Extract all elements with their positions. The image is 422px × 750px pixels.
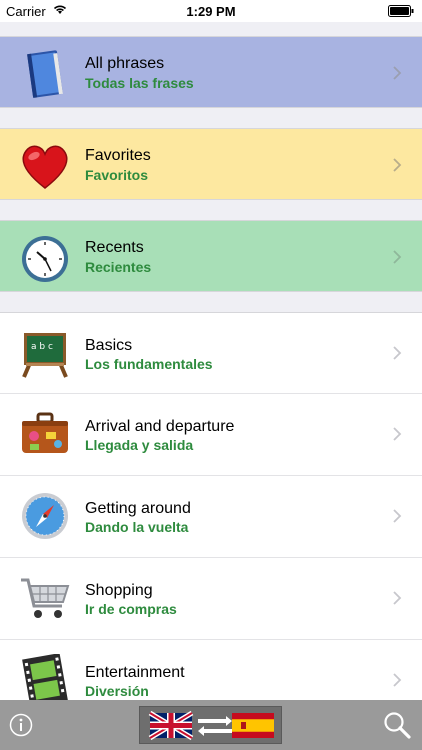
spacer xyxy=(0,22,422,36)
chevron-right-icon xyxy=(393,66,402,80)
svg-text:a b c: a b c xyxy=(31,342,53,352)
language-switch-button[interactable] xyxy=(139,706,282,744)
suitcase-icon xyxy=(22,412,68,453)
row-title: All phrases xyxy=(85,55,165,72)
row-title: Basics xyxy=(85,337,133,354)
row-category-shopping[interactable]: Shopping Ir de compras xyxy=(0,558,422,640)
status-bar: Carrier 1:29 PM xyxy=(0,0,422,22)
clock-time: 1:29 PM xyxy=(186,4,236,19)
spacer xyxy=(0,292,422,312)
row-subtitle: Los fundamentales xyxy=(85,356,213,372)
row-subtitle: Recientes xyxy=(85,259,152,275)
row-title: Recents xyxy=(85,239,144,256)
row-subtitle: Todas las frases xyxy=(85,75,194,91)
row-subtitle: Favoritos xyxy=(85,167,149,183)
compass-icon xyxy=(22,493,68,539)
chevron-right-icon xyxy=(393,427,402,441)
info-icon[interactable] xyxy=(9,713,33,737)
chevron-right-icon xyxy=(393,509,402,523)
row-category-basics[interactable]: a b c Basics Los fundamentales xyxy=(0,312,422,394)
row-subtitle: Ir de compras xyxy=(85,601,177,617)
battery-icon xyxy=(388,5,414,17)
row-title: Arrival and departure xyxy=(85,418,235,435)
uk-to-spain-flags-icon xyxy=(148,710,274,741)
chevron-right-icon xyxy=(393,591,402,605)
row-subtitle: Dando la vuelta xyxy=(85,519,189,535)
clock-icon xyxy=(22,236,68,282)
search-icon[interactable] xyxy=(382,710,412,740)
row-recents[interactable]: Recents Recientes xyxy=(0,220,422,292)
row-category-getting-around[interactable]: Getting around Dando la vuelta xyxy=(0,476,422,558)
row-title: Entertainment xyxy=(85,664,185,681)
chevron-right-icon xyxy=(393,158,402,172)
phrase-list: All phrases Todas las frases Favorites F… xyxy=(0,22,422,722)
row-subtitle: Llegada y salida xyxy=(85,437,194,453)
spacer xyxy=(0,200,422,220)
book-icon xyxy=(27,50,63,98)
heart-icon xyxy=(22,145,68,189)
spacer xyxy=(0,108,422,128)
row-title: Getting around xyxy=(85,500,191,517)
cart-icon xyxy=(21,578,70,618)
row-favorites[interactable]: Favorites Favoritos xyxy=(0,128,422,200)
chalkboard-icon: a b c xyxy=(22,333,68,378)
row-category-arrival-departure[interactable]: Arrival and departure Llegada y salida xyxy=(0,394,422,476)
bottom-toolbar xyxy=(0,700,422,750)
row-subtitle: Diversión xyxy=(85,683,149,699)
film-icon xyxy=(22,654,68,706)
chevron-right-icon xyxy=(393,250,402,264)
chevron-right-icon xyxy=(393,346,402,360)
row-title: Favorites xyxy=(85,147,151,164)
row-title: Shopping xyxy=(85,582,153,599)
row-all-phrases[interactable]: All phrases Todas las frases xyxy=(0,36,422,108)
chevron-right-icon xyxy=(393,673,402,687)
